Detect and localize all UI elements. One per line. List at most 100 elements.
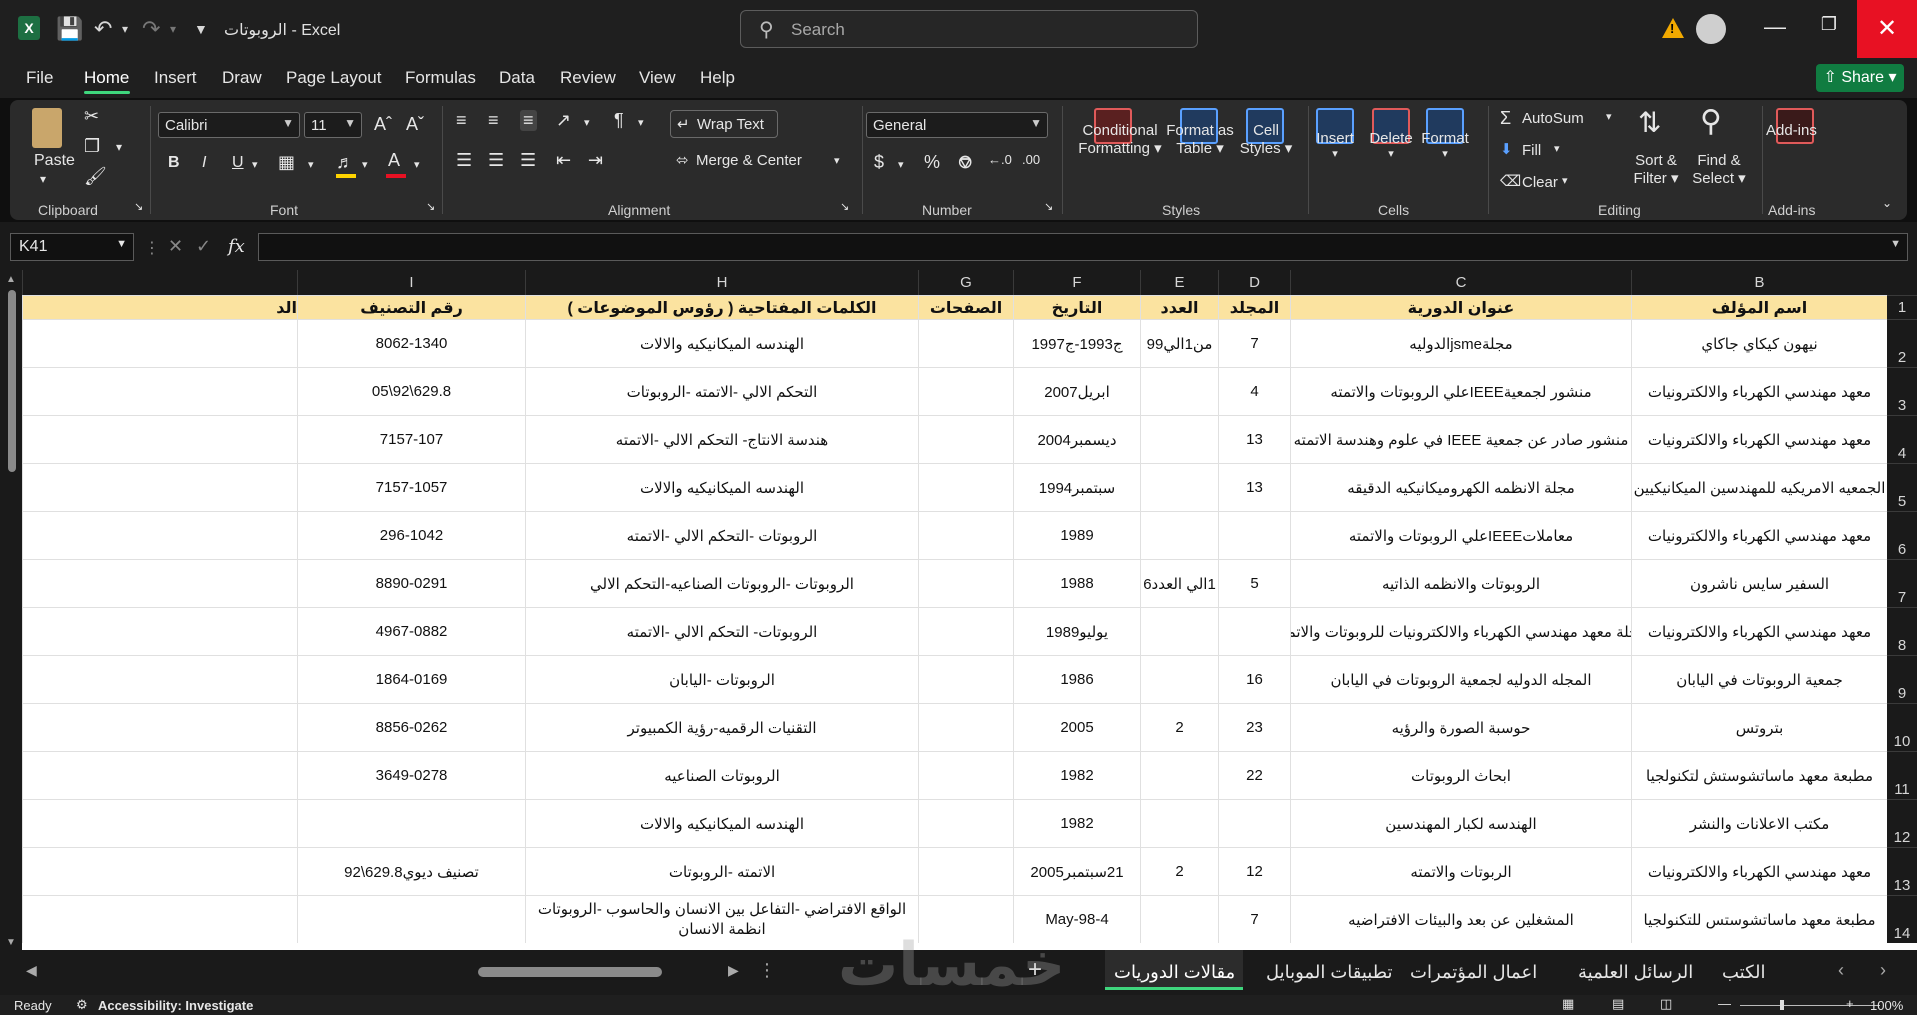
align-bottom-icon[interactable]: ≡ — [520, 110, 537, 131]
table-cell[interactable]: يوليو1989 — [1013, 607, 1140, 655]
table-cell[interactable]: الروبوتات الصناعيه — [525, 751, 918, 799]
column-header-e[interactable]: E — [1140, 270, 1218, 295]
table-cell[interactable]: 7157-107 — [297, 415, 525, 463]
warning-icon[interactable]: ! — [1662, 18, 1684, 38]
row-header[interactable]: 10 — [1887, 703, 1917, 751]
paste-button[interactable]: Paste — [34, 152, 75, 170]
table-cell[interactable]: الروبوتات والانظمه الذاتيه — [1290, 559, 1631, 607]
table-cell[interactable]: معهد مهندسي الكهرباء والالكترونيات — [1631, 847, 1887, 895]
table-header-cell[interactable]: اسم المؤلف — [1631, 295, 1887, 319]
table-cell[interactable]: الروبوتات -اليابان — [525, 655, 918, 703]
column-header-i[interactable]: I — [297, 270, 525, 295]
table-cell[interactable] — [918, 415, 1013, 463]
format-painter-icon[interactable]: 🖌 — [84, 166, 107, 187]
table-cell[interactable]: المشغلين عن بعد والبيئات الافتراضيه — [1290, 895, 1631, 943]
table-cell[interactable] — [1140, 511, 1218, 559]
row-header[interactable]: 7 — [1887, 559, 1917, 607]
underline-button[interactable]: U — [232, 154, 244, 172]
table-cell[interactable]: 1989 — [1013, 511, 1140, 559]
copy-icon[interactable]: ❐ — [84, 136, 100, 157]
table-cell[interactable]: 8062-1340 — [297, 319, 525, 367]
add-sheet-icon[interactable]: + — [1028, 956, 1042, 984]
table-cell[interactable] — [22, 895, 297, 943]
table-cell[interactable] — [22, 319, 297, 367]
more-options-icon[interactable]: ⋮ — [144, 238, 160, 258]
zoom-level[interactable]: 100% — [1870, 998, 1903, 1013]
delete-cells-button[interactable]: Delete ▾ — [1368, 122, 1414, 160]
column-header-b[interactable]: B — [1631, 270, 1887, 295]
table-header-cell[interactable]: الكلمات المفتاحية ( رؤوس الموضوعات ) — [525, 295, 918, 319]
close-icon[interactable]: ✕ — [1857, 0, 1917, 58]
paste-dropdown-icon[interactable]: ▾ — [40, 172, 46, 186]
table-cell[interactable]: 4967-0882 — [297, 607, 525, 655]
table-cell[interactable] — [22, 559, 297, 607]
tab-home[interactable]: Home — [84, 68, 129, 88]
font-size-select[interactable]: 11 ▼ — [304, 112, 362, 138]
table-cell[interactable] — [22, 367, 297, 415]
table-cell[interactable]: ديسمبر2004 — [1013, 415, 1140, 463]
row-header[interactable]: 11 — [1887, 751, 1917, 799]
confirm-entry-icon[interactable]: ✓ — [196, 236, 211, 257]
row-header[interactable]: 2 — [1887, 319, 1917, 367]
table-cell[interactable] — [1140, 751, 1218, 799]
sheet-tab-mobile-apps[interactable]: تطبيقات الموبايل — [1266, 962, 1393, 983]
sheet-tab-books[interactable]: الكتب — [1722, 962, 1766, 983]
table-cell[interactable]: ابحاث الروبوتات — [1290, 751, 1631, 799]
table-cell[interactable]: 8856-0262 — [297, 703, 525, 751]
table-cell[interactable]: 1864-0169 — [297, 655, 525, 703]
table-cell[interactable]: الهندسه لكبار المهندسين — [1290, 799, 1631, 847]
italic-button[interactable]: I — [202, 154, 206, 172]
page-break-view-icon[interactable]: ◫ — [1660, 996, 1672, 1012]
table-cell[interactable] — [22, 751, 297, 799]
table-cell[interactable]: معاملاتIEEEعلي الروبوتات والاتمته — [1290, 511, 1631, 559]
table-cell[interactable]: 22 — [1218, 751, 1290, 799]
table-cell[interactable]: التحكم الالي -الاتمته -الروبوتات — [525, 367, 918, 415]
find-select-button[interactable]: Find & Select ▾ — [1686, 152, 1752, 187]
table-header-cell[interactable]: الد — [22, 295, 297, 319]
column-header-d[interactable]: D — [1218, 270, 1290, 295]
currency-dropdown-icon[interactable]: ▾ — [898, 158, 904, 171]
table-cell[interactable] — [918, 463, 1013, 511]
tab-help[interactable]: Help — [700, 68, 735, 88]
name-box[interactable]: K41 ▼ — [10, 233, 134, 261]
table-cell[interactable]: معهد مهندسي الكهرباء والالكترونيات — [1631, 367, 1887, 415]
table-cell[interactable] — [918, 559, 1013, 607]
table-cell[interactable]: معهد مهندسي الكهرباء والالكترونيات — [1631, 415, 1887, 463]
text-direction-dropdown-icon[interactable]: ▾ — [638, 116, 644, 129]
table-cell[interactable]: 1988 — [1013, 559, 1140, 607]
fill-button[interactable]: ⬇ Fill ▾ — [1500, 140, 1580, 162]
row-header[interactable]: 9 — [1887, 655, 1917, 703]
table-cell[interactable] — [1140, 415, 1218, 463]
table-cell[interactable] — [1140, 895, 1218, 943]
scroll-up-icon[interactable]: ▲ — [6, 274, 16, 285]
vertical-scroll-thumb[interactable] — [8, 290, 16, 472]
table-cell[interactable]: منشور صادر عن جمعية IEEE في علوم وهندسة … — [1290, 415, 1631, 463]
row-header[interactable]: 3 — [1887, 367, 1917, 415]
formula-input[interactable]: ▼ — [258, 233, 1908, 261]
autosum-button[interactable]: Σ AutoSum ▾ — [1500, 108, 1620, 130]
avatar[interactable] — [1696, 14, 1726, 44]
increase-indent-icon[interactable]: ⇥ — [588, 150, 603, 171]
table-cell[interactable]: 23 — [1218, 703, 1290, 751]
table-cell[interactable]: الروبوتات -التحكم الالي -الاتمته — [525, 511, 918, 559]
zoom-slider[interactable] — [1740, 1005, 1880, 1006]
table-cell[interactable]: مطبعة معهد ماساتشوستش لتكنولجيا — [1631, 751, 1887, 799]
table-cell[interactable]: الهندسه الميكانيكيه والالات — [525, 463, 918, 511]
table-cell[interactable] — [22, 607, 297, 655]
currency-icon[interactable]: $ — [874, 152, 884, 173]
table-cell[interactable]: 7157-1057 — [297, 463, 525, 511]
table-cell[interactable]: السفير سايس ناشرون — [1631, 559, 1887, 607]
tab-view[interactable]: View — [639, 68, 676, 88]
table-header-cell[interactable]: رقم التصنيف — [297, 295, 525, 319]
table-cell[interactable]: 13 — [1218, 463, 1290, 511]
undo-icon[interactable]: ↶ — [94, 14, 112, 44]
more-sheets-icon[interactable]: ⋮ — [758, 960, 776, 981]
sort-filter-button[interactable]: Sort & Filter ▾ — [1626, 152, 1686, 187]
tab-draw[interactable]: Draw — [222, 68, 262, 88]
scroll-right-icon[interactable]: ▶ — [728, 962, 739, 979]
clipboard-launcher-icon[interactable]: ↘ — [134, 200, 143, 213]
redo-dropdown-icon[interactable]: ▾ — [170, 14, 176, 44]
font-color-dropdown-icon[interactable]: ▾ — [414, 158, 420, 171]
paste-icon[interactable] — [32, 108, 62, 148]
table-cell[interactable]: التقنيات الرقميه-رؤية الكمبيوتر — [525, 703, 918, 751]
